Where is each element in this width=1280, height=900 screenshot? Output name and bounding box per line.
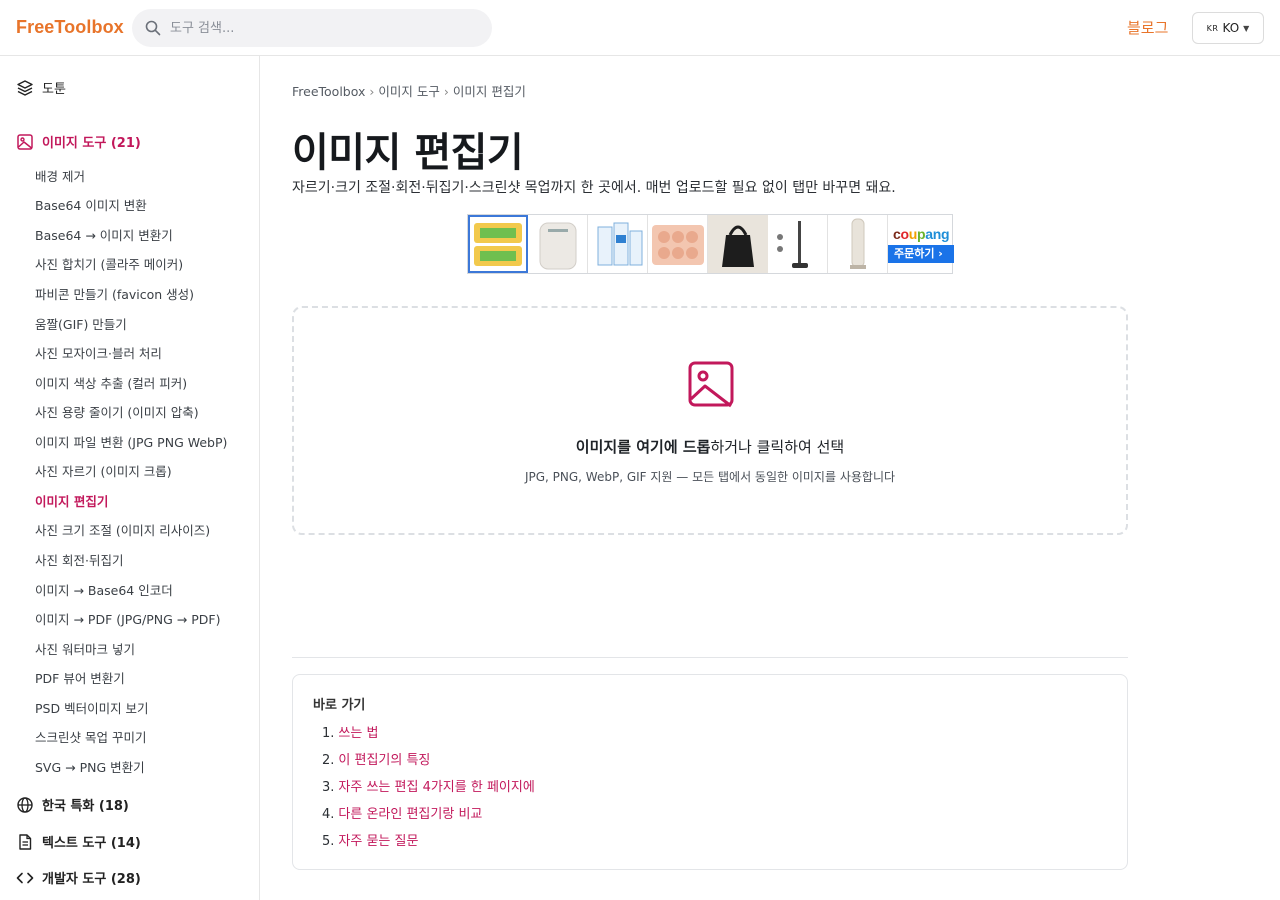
sidebar-item-image-to-pdf[interactable]: 이미지 → PDF (JPG/PNG → PDF) [35,609,220,628]
toc-item[interactable]: 1. 쓰는 법 [322,722,378,741]
ad-product-tile[interactable] [768,215,828,273]
sidebar-item-screenshot-mockup[interactable]: 스크린샷 목업 꾸미기 [35,727,146,746]
sidebar-item-psd-viewer[interactable]: PSD 벡터이미지 보기 [35,698,149,717]
category-label: 이미지 도구 (21) [42,136,141,151]
flag-icon: KR [1206,23,1219,33]
language-selector[interactable]: KR KO ▼ [1192,12,1264,44]
code-icon [16,872,34,883]
category-label: 한국 특화 (18) [42,799,129,814]
toc-title: 바로 가기 [313,698,366,713]
sidebar-item-compress[interactable]: 사진 용량 줄이기 (이미지 압축) [35,402,199,421]
blog-link[interactable]: 블로그 [1127,17,1168,38]
sidebar-item-base64-to-image[interactable]: Base64 → 이미지 변환기 [35,225,173,244]
image-icon [688,361,734,408]
top-header: FreeToolbox 블로그 KR KO ▼ [0,0,1280,56]
order-button[interactable]: 주문하기 › [888,245,954,263]
search-input[interactable] [170,9,480,47]
globe-icon [17,796,33,813]
image-dropzone[interactable]: 이미지를 여기에 드롭하거나 클릭하여 선택 JPG, PNG, WebP, G… [292,306,1128,535]
dropzone-title-bold: 이미지를 여기에 드롭 [575,438,711,456]
dropzone-subtitle: JPG, PNG, WebP, GIF 지원 — 모든 탭에서 동일한 이미지를… [524,470,896,484]
ad-product-tile[interactable] [708,215,768,273]
section-divider [292,657,1128,658]
sidebar-item-crop[interactable]: 사진 자르기 (이미지 크롭) [35,461,172,480]
toc-item[interactable]: 4. 다른 온라인 편집기랑 비교 [322,803,482,822]
ad-product-tile[interactable] [468,215,528,273]
category-dev[interactable]: 개발자 도구 (28) [16,868,141,887]
toc-item[interactable]: 5. 자주 묻는 질문 [322,830,418,849]
sidebar-item-gif-maker[interactable]: 움짤(GIF) 만들기 [35,314,127,333]
image-icon [17,133,33,150]
page-subtitle: 자르기·크기 조절·회전·뒤집기·스크린샷 목업까지 한 곳에서. 매번 업로드… [292,180,896,196]
sidebar: 도툰 이미지 도구 (21) 배경 제거 Base64 이미지 변환 Base6… [0,56,260,900]
sidebar-item-collage[interactable]: 사진 합치기 (콜라주 메이커) [35,254,183,273]
caret-down-icon: ▼ [1243,23,1250,33]
sidebar-item-image-editor[interactable]: 이미지 편집기 [35,491,108,510]
brand-logo[interactable]: FreeToolbox [16,17,124,38]
sidebar-item-format-convert[interactable]: 이미지 파일 변환 (JPG PNG WebP) [35,432,227,451]
sidebar-item-rotate[interactable]: 사진 회전·뒤집기 [35,550,123,569]
breadcrumb-home[interactable]: FreeToolbox [292,84,365,99]
dropzone-title-rest: 하거나 클릭하여 선택 [710,438,845,456]
category-korea[interactable]: 한국 특화 (18) [16,795,129,814]
sidebar-item-svg-to-png[interactable]: SVG → PNG 변환기 [35,757,145,776]
category-label: 개발자 도구 (28) [42,872,141,887]
ad-product-tile[interactable] [648,215,708,273]
breadcrumb-separator: › [443,84,449,99]
breadcrumb-section[interactable]: 이미지 도구 [378,84,439,99]
sidebar-item-base64-image[interactable]: Base64 이미지 변환 [35,195,147,214]
sidebar-item-image-to-base64[interactable]: 이미지 → Base64 인코더 [35,580,173,599]
sidebar-item-watermark[interactable]: 사진 워터마크 넣기 [35,639,135,658]
ad-product-tile[interactable] [828,215,888,273]
search-icon [145,20,161,36]
coupang-brand[interactable]: coupang 주문하기 › [888,215,954,273]
ad-product-tile[interactable] [588,215,648,273]
sidebar-item-mosaic[interactable]: 사진 모자이크·블러 처리 [35,343,162,362]
ad-banner[interactable]: coupang 주문하기 › [467,214,954,274]
breadcrumb-separator: › [369,84,375,99]
toc-item[interactable]: 3. 자주 쓰는 편집 4가지를 한 페이지에 [322,776,535,795]
sidebar-item-favicon[interactable]: 파비콘 만들기 (favicon 생성) [35,284,194,303]
ad-product-tile[interactable] [528,215,588,273]
document-icon [19,833,32,850]
category-image-tools[interactable]: 이미지 도구 (21) [16,132,141,151]
dropzone-title: 이미지를 여기에 드롭하거나 클릭하여 선택 [294,436,1126,457]
sidebar-item-label: 도툰 [42,82,66,97]
coupang-logo: coupang [893,226,950,242]
breadcrumb-current: 이미지 편집기 [452,84,526,99]
language-label: KO [1222,21,1240,35]
search-box[interactable] [132,9,492,47]
sidebar-item-background-remove[interactable]: 배경 제거 [35,166,85,185]
page-title: 이미지 편집기 [292,130,524,176]
sidebar-item-resize[interactable]: 사진 크기 조절 (이미지 리사이즈) [35,520,210,539]
category-text[interactable]: 텍스트 도구 (14) [16,832,141,851]
sidebar-item-color-picker[interactable]: 이미지 색상 추출 (컬러 피커) [35,373,187,392]
table-of-contents: 바로 가기 1. 쓰는 법 2. 이 편집기의 특징 3. 자주 쓰는 편집 4가지를… [292,674,1128,870]
category-label: 텍스트 도구 (14) [42,836,141,851]
toc-item[interactable]: 2. 이 편집기의 특징 [322,749,430,768]
sidebar-item-all-tools[interactable]: 도툰 [16,78,66,97]
layers-icon [17,79,33,96]
breadcrumb: FreeToolbox › 이미지 도구 › 이미지 편집기 [292,81,526,100]
sidebar-item-pdf-viewer[interactable]: PDF 뷰어 변환기 [35,668,125,687]
